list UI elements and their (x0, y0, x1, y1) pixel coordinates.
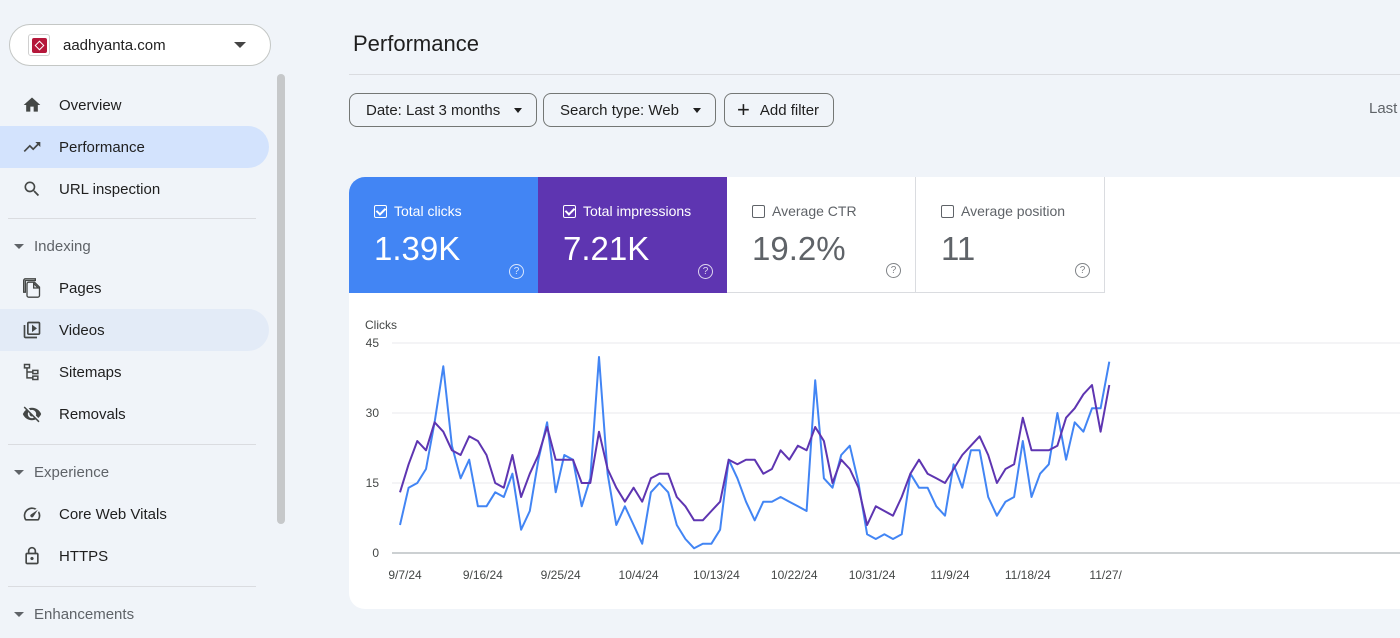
section-label: Indexing (34, 237, 91, 255)
sidebar-item-label: URL inspection (59, 180, 161, 198)
performance-card: Total clicks 1.39K ? Total impressions 7… (349, 177, 1400, 609)
sidebar-scrollbar[interactable] (277, 74, 285, 524)
video-icon (22, 320, 42, 340)
impressions-series-line (399, 384, 1111, 526)
add-filter-label: Add filter (759, 101, 820, 119)
clicks-series-line (399, 356, 1111, 550)
search-icon (22, 179, 42, 199)
x-tick-label: 9/16/24 (463, 568, 503, 582)
sidebar-item-label: Overview (59, 96, 122, 114)
performance-chart[interactable]: Clicks 0 15 30 45 9/7/24 9/16/24 9/25/24 10/4/24… (349, 307, 1400, 587)
sidebar-item-removals[interactable]: Removals (0, 393, 269, 435)
metric-total-impressions[interactable]: Total impressions 7.21K ? (538, 177, 727, 293)
divider (8, 444, 256, 445)
metric-total-clicks[interactable]: Total clicks 1.39K ? (349, 177, 538, 293)
x-tick-label: 11/18/24 (1005, 568, 1051, 582)
property-favicon-icon (28, 34, 50, 56)
collapse-triangle-icon (14, 611, 24, 617)
metric-label: Total clicks (394, 203, 462, 219)
search-type-filter-chip[interactable]: Search type: Web (543, 93, 716, 127)
section-label: Enhancements (34, 605, 135, 623)
checkbox-unchecked-icon[interactable] (752, 204, 765, 218)
home-icon (22, 95, 42, 115)
sidebar-item-pages[interactable]: Pages (0, 267, 269, 309)
y-axis-label: Clicks (365, 318, 397, 332)
sidebar-item-label: Performance (59, 138, 145, 156)
sidebar-item-label: HTTPS (59, 547, 109, 565)
add-filter-button[interactable]: + Add filter (724, 93, 835, 127)
section-enhancements[interactable]: Enhancements (0, 598, 269, 630)
sidebar-item-sitemaps[interactable]: Sitemaps (0, 351, 269, 393)
eye-off-icon (22, 404, 42, 424)
help-icon[interactable]: ? (1075, 263, 1090, 278)
divider (8, 218, 256, 219)
checkbox-checked-icon[interactable] (563, 204, 576, 218)
collapse-triangle-icon (14, 469, 24, 475)
y-tick-label: 0 (372, 546, 379, 560)
sidebar-item-core-web-vitals[interactable]: Core Web Vitals (0, 493, 269, 535)
last-updated-label: Last (1369, 100, 1398, 117)
help-icon[interactable]: ? (886, 263, 901, 278)
sidebar-item-performance[interactable]: Performance (0, 126, 269, 168)
metric-label: Average position (961, 203, 1066, 219)
metric-value: 1.39K (374, 230, 461, 267)
section-experience[interactable]: Experience (0, 456, 269, 488)
section-indexing[interactable]: Indexing (0, 230, 269, 262)
x-tick-label: 11/9/24 (930, 568, 969, 582)
x-tick-label: 9/7/24 (388, 568, 422, 582)
checkbox-unchecked-icon[interactable] (941, 204, 954, 218)
help-icon[interactable]: ? (698, 264, 713, 279)
x-tick-label: 10/31/24 (849, 568, 896, 582)
sidebar: aadhyanta.com Overview Performance URL i… (0, 0, 290, 638)
date-filter-chip[interactable]: Date: Last 3 months (349, 93, 538, 127)
metric-average-position[interactable]: Average position 11 ? (916, 177, 1105, 293)
plus-icon: + (737, 97, 750, 122)
metric-label: Total impressions (583, 203, 692, 219)
pages-icon (22, 278, 42, 298)
sidebar-item-videos[interactable]: Videos (0, 309, 269, 351)
x-tick-label: 10/4/24 (619, 568, 659, 582)
y-tick-label: 15 (366, 476, 380, 490)
lock-icon (22, 546, 42, 566)
collapse-triangle-icon (14, 243, 24, 249)
metric-average-ctr[interactable]: Average CTR 19.2% ? (727, 177, 916, 293)
property-name: aadhyanta.com (63, 36, 166, 54)
section-label: Experience (34, 463, 110, 481)
caret-down-icon (692, 107, 701, 113)
y-tick-label: 45 (366, 336, 380, 350)
sidebar-item-label: Removals (59, 405, 126, 423)
title-divider (349, 74, 1400, 75)
caret-down-icon (234, 42, 246, 48)
date-filter-label: Date: Last 3 months (366, 101, 501, 119)
checkbox-checked-icon[interactable] (374, 204, 387, 218)
metric-label: Average CTR (772, 203, 857, 219)
metric-value: 7.21K (563, 230, 650, 267)
trending-up-icon (22, 137, 42, 157)
sidebar-item-label: Sitemaps (59, 363, 122, 381)
sidebar-item-label: Core Web Vitals (59, 505, 167, 523)
y-tick-label: 30 (366, 406, 380, 420)
divider (8, 586, 256, 587)
x-tick-label: 10/22/24 (771, 568, 818, 582)
search-type-filter-label: Search type: Web (560, 101, 679, 119)
caret-down-icon (514, 107, 523, 113)
x-tick-label: 9/25/24 (541, 568, 581, 582)
sidebar-item-label: Pages (59, 279, 102, 297)
x-tick-label: 11/27/ (1089, 568, 1122, 582)
help-icon[interactable]: ? (509, 264, 524, 279)
speedometer-icon (22, 504, 42, 524)
sitemap-icon (22, 362, 42, 382)
property-selector[interactable]: aadhyanta.com (9, 24, 271, 66)
page-title: Performance (353, 31, 479, 56)
x-tick-label: 10/13/24 (693, 568, 740, 582)
sidebar-item-url-inspection[interactable]: URL inspection (0, 168, 269, 210)
sidebar-item-label: Videos (59, 321, 105, 339)
sidebar-item-overview[interactable]: Overview (0, 84, 269, 126)
sidebar-item-https[interactable]: HTTPS (0, 535, 269, 577)
